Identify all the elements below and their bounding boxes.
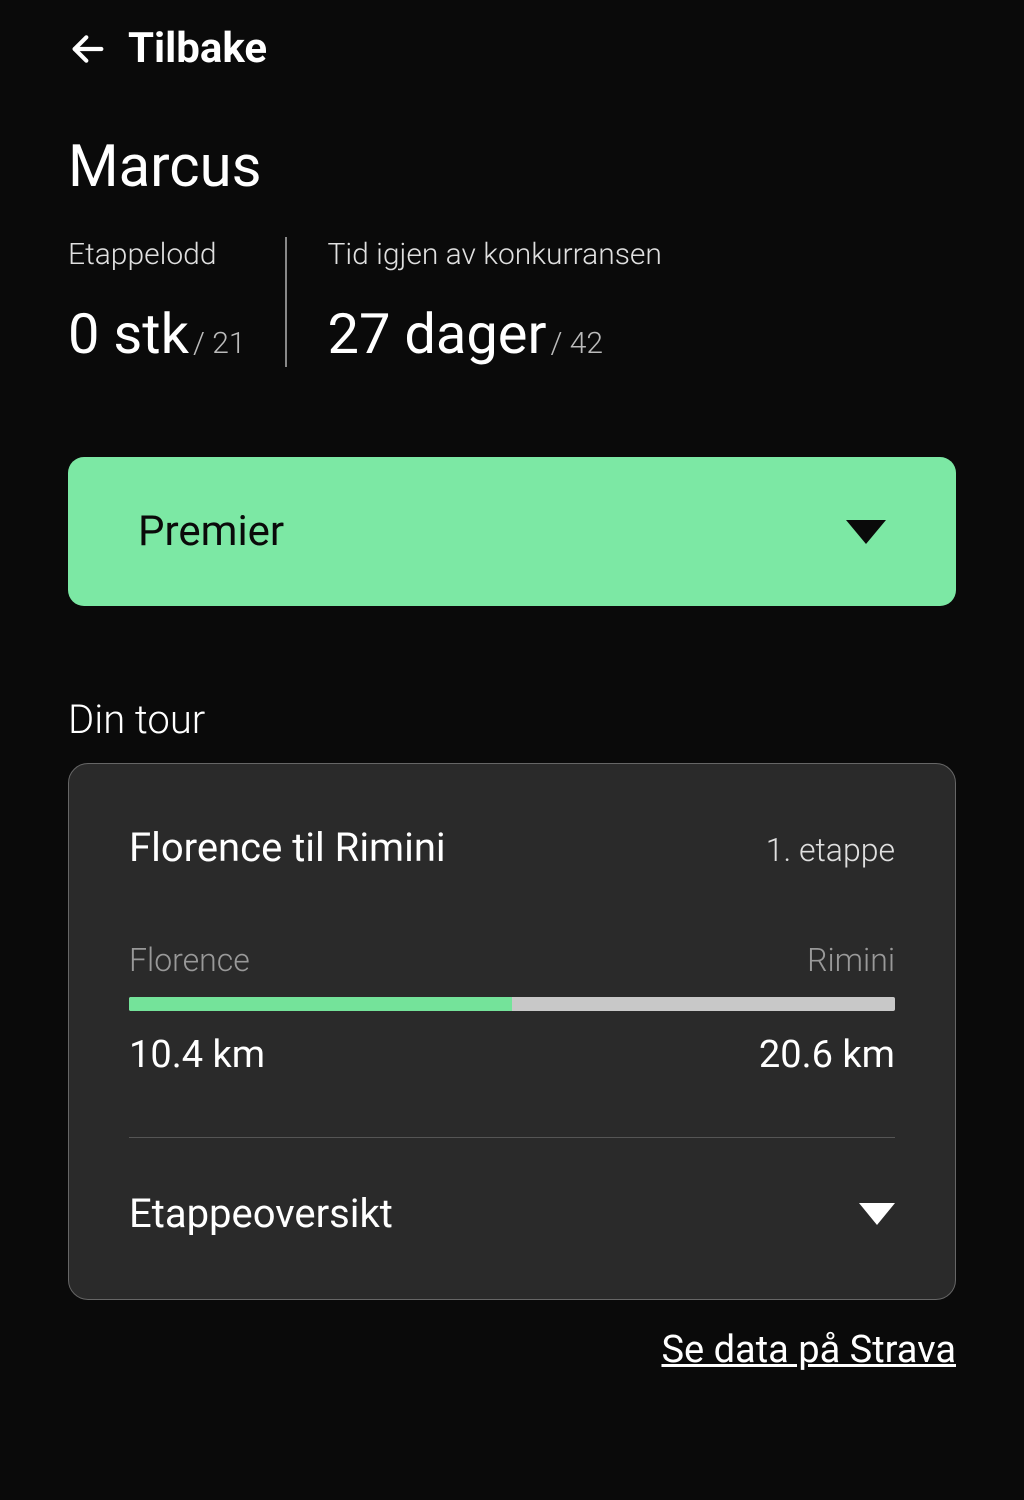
city-to: Rimini	[807, 941, 895, 979]
back-button[interactable]: Tilbake	[68, 24, 956, 73]
stat-sub: / 21	[193, 326, 246, 361]
strava-link[interactable]: Se data på Strava	[68, 1328, 956, 1372]
arrow-left-icon	[68, 29, 108, 69]
tour-section-title: Din tour	[68, 696, 956, 743]
stat-sub: / 42	[550, 326, 603, 361]
premier-dropdown[interactable]: Premier	[68, 457, 956, 606]
stat-tid-igjen: Tid igjen av konkurransen 27 dager / 42	[287, 237, 661, 367]
user-name: Marcus	[68, 133, 956, 201]
distance-done: 10.4 km	[129, 1033, 265, 1077]
premier-label: Premier	[138, 507, 284, 556]
chevron-down-icon	[846, 520, 886, 544]
etappe-overview-label: Etappeoversikt	[129, 1190, 393, 1237]
back-label: Tilbake	[128, 24, 267, 73]
etappe-overview-dropdown[interactable]: Etappeoversikt	[129, 1178, 895, 1249]
stat-label: Etappelodd	[68, 237, 245, 272]
distance-total: 20.6 km	[759, 1033, 895, 1077]
tour-card: Florence til Rimini 1. etappe Florence R…	[68, 763, 956, 1300]
stat-value: 27 dager	[327, 301, 546, 367]
stage-number: 1. etappe	[766, 831, 895, 869]
stat-value: 0 stk	[68, 301, 189, 367]
city-from: Florence	[129, 941, 250, 979]
stat-etappelodd: Etappelodd 0 stk / 21	[68, 237, 285, 367]
progress-bar	[129, 997, 895, 1011]
divider	[129, 1137, 895, 1138]
stage-name: Florence til Rimini	[129, 824, 446, 871]
chevron-down-icon	[859, 1203, 895, 1225]
progress-fill	[129, 997, 512, 1011]
stat-label: Tid igjen av konkurransen	[327, 237, 661, 272]
stats-row: Etappelodd 0 stk / 21 Tid igjen av konku…	[68, 237, 956, 367]
